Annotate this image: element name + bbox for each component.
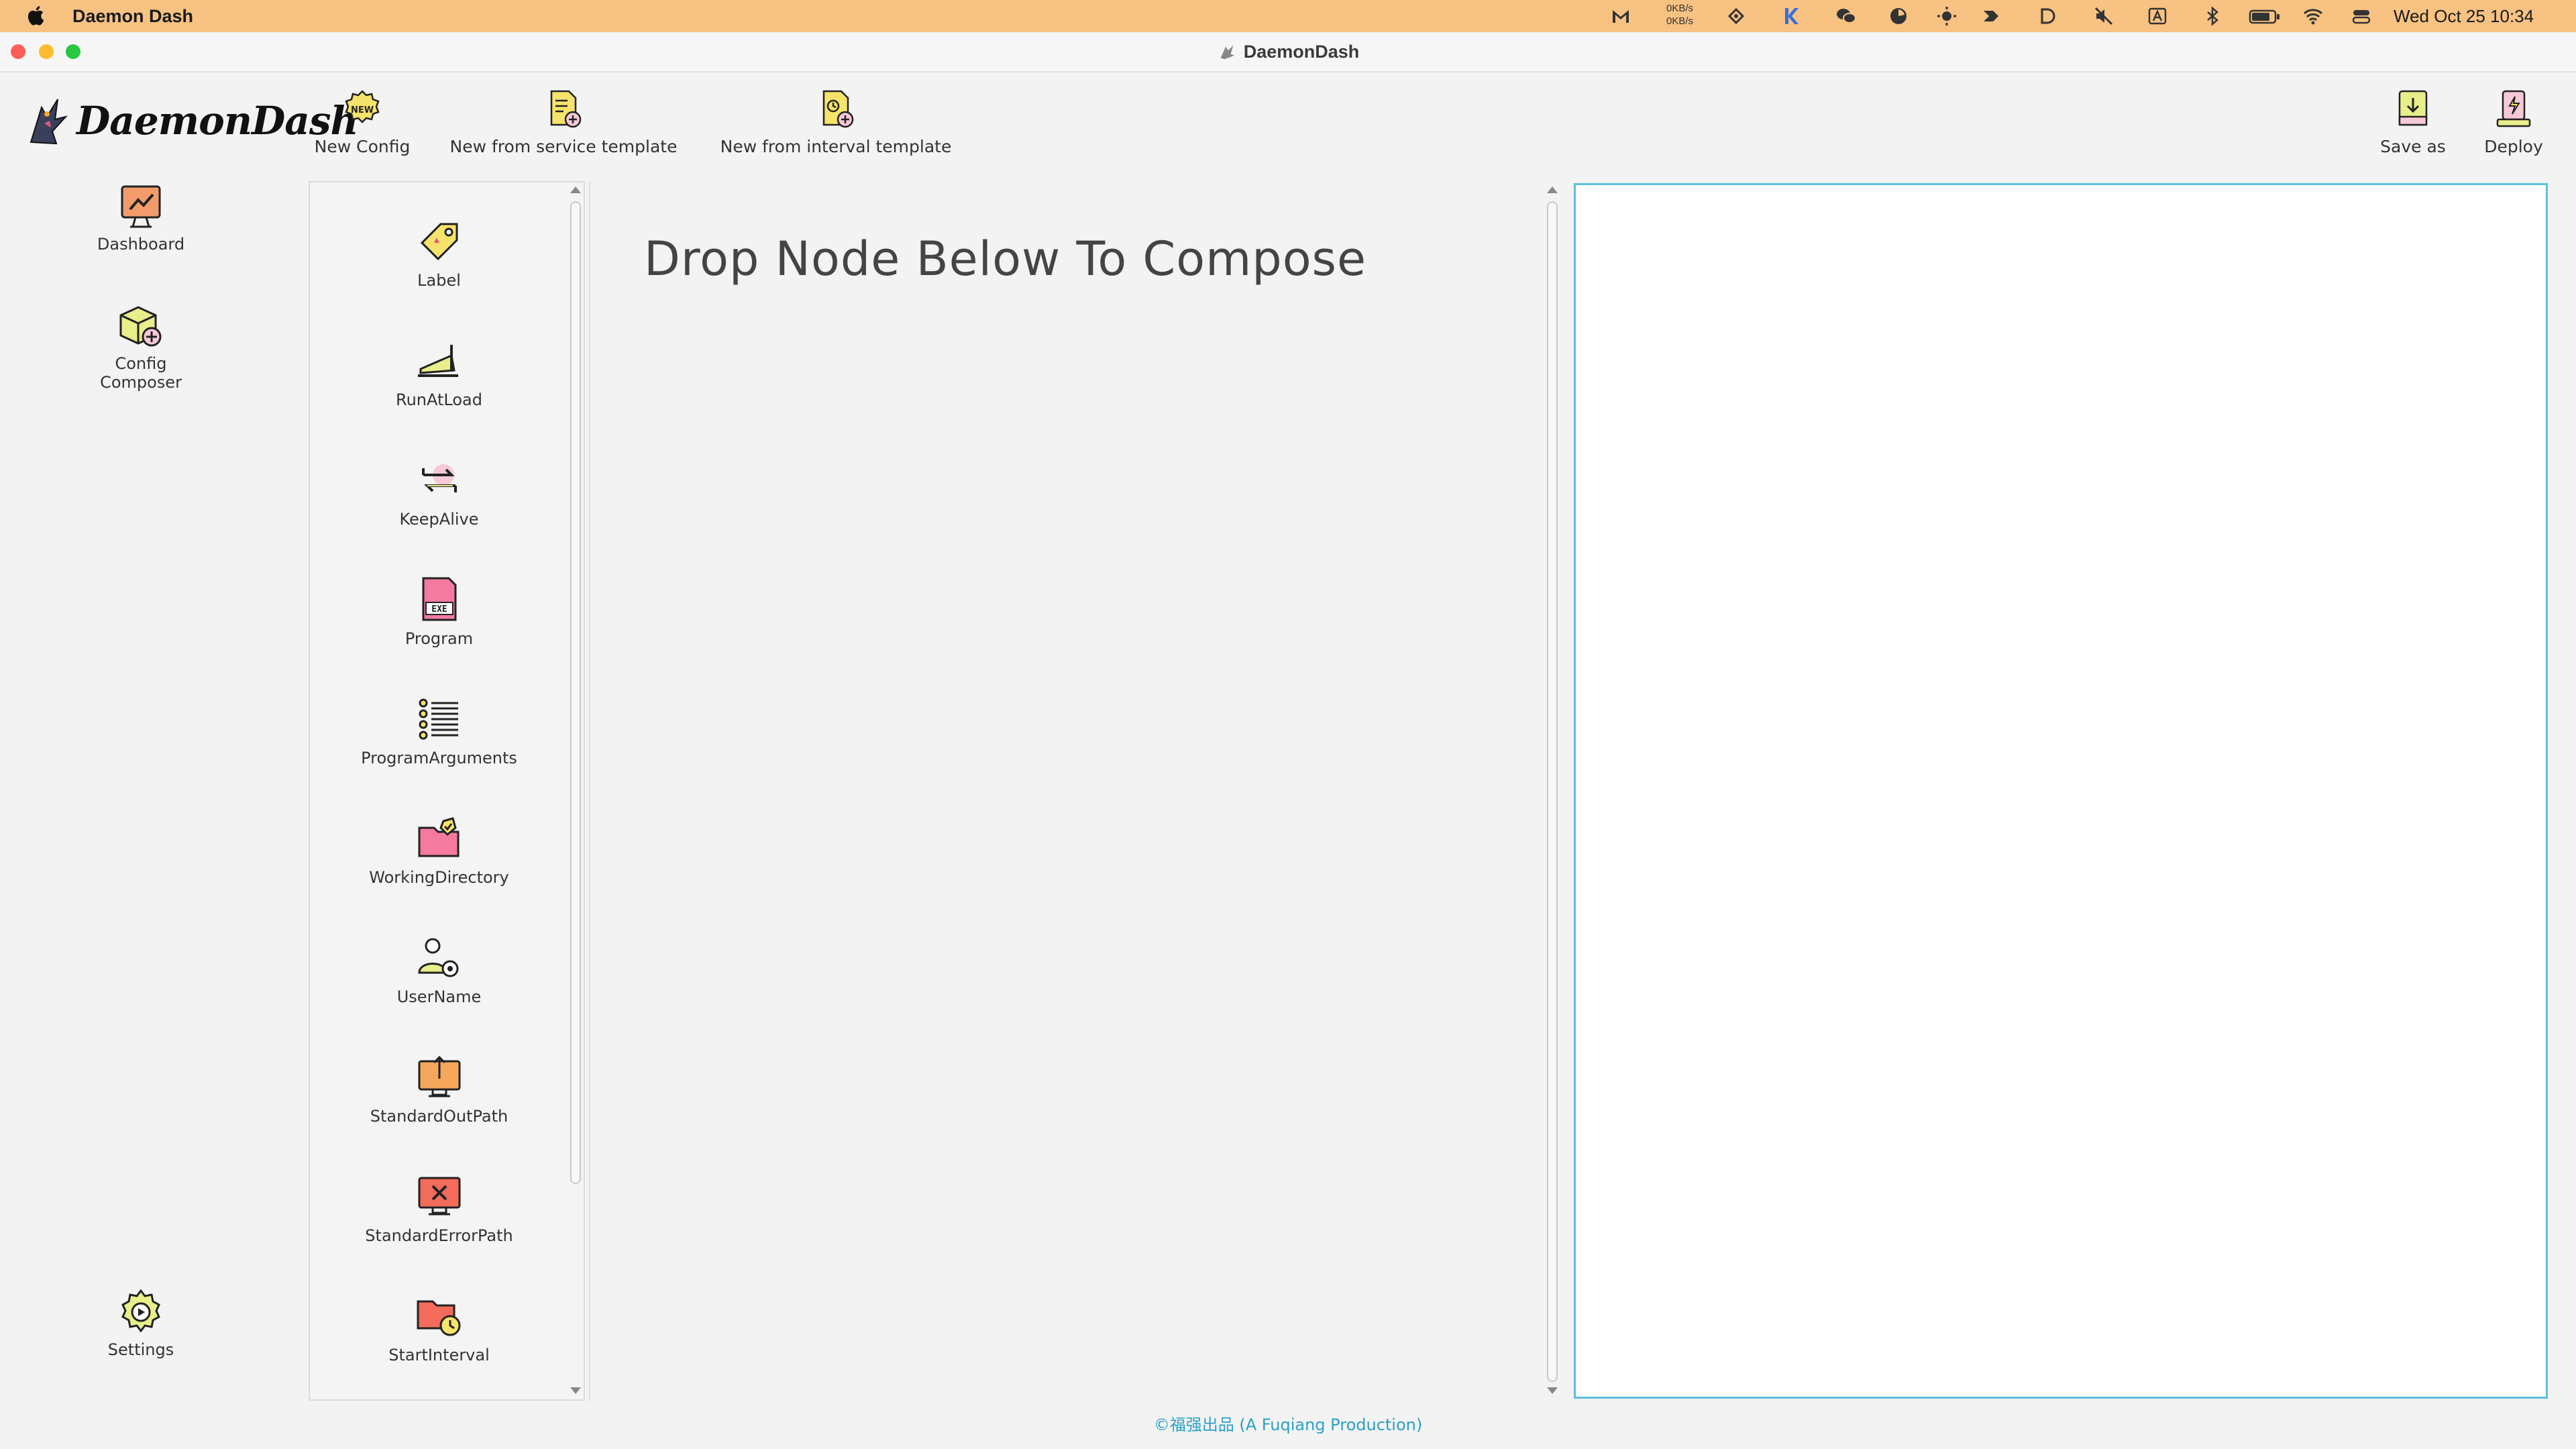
input-source-icon[interactable] <box>2147 5 2168 27</box>
node-label-text: Label <box>417 271 461 290</box>
save-as-button[interactable]: Save as <box>2375 87 2451 156</box>
window-minimize-button[interactable] <box>39 44 54 59</box>
new-from-interval-template-button[interactable]: New from interval template <box>714 87 958 156</box>
network-speed[interactable]: 0KB/s 0KB/s <box>1660 2 1700 28</box>
bluetooth-icon[interactable] <box>2202 5 2223 27</box>
list-icon <box>419 698 458 740</box>
k-app-icon[interactable] <box>1780 5 1802 27</box>
document-add-icon <box>550 90 582 128</box>
nav-item-config-composer[interactable]: Config Composer <box>74 301 208 392</box>
folder-check-icon <box>418 817 459 857</box>
new-config-button[interactable]: NEW New Config <box>309 87 416 156</box>
monitor-error-icon <box>418 1177 460 1216</box>
tag-status-icon[interactable] <box>1725 5 1747 27</box>
daemon-logo-icon <box>30 99 68 145</box>
compose-scrollbar-thumb[interactable] <box>1547 201 1558 1382</box>
node-username-text: UserName <box>396 987 482 1006</box>
window-title: DaemonDash <box>1243 41 1360 62</box>
node-program-text: Program <box>405 629 474 648</box>
node-standarderrorpath[interactable]: StandardErrorPath <box>310 1171 568 1245</box>
svg-text:NEW: NEW <box>351 105 374 115</box>
nav-label-dashboard: Dashboard <box>97 235 185 254</box>
window-title-group: DaemonDash <box>0 32 2576 71</box>
new-from-interval-template-label: New from interval template <box>720 137 952 156</box>
compose-canvas[interactable] <box>589 181 1570 1401</box>
tag-icon <box>420 223 458 261</box>
gmail-icon[interactable] <box>1610 5 1631 27</box>
deploy-bolt-icon <box>2496 90 2531 127</box>
d-app-icon[interactable] <box>2037 5 2058 27</box>
net-down-value: 0KB/s <box>1666 15 1694 27</box>
wechat-icon[interactable] <box>1835 5 1857 27</box>
menu-bar: Daemon Dash 0KB/s 0KB/s Wed Oct 25 10:34 <box>0 0 2576 32</box>
node-keepalive[interactable]: KeepAlive <box>310 455 568 529</box>
sun-icon[interactable] <box>1936 5 1957 27</box>
window-maximize-button[interactable] <box>66 44 80 59</box>
new-from-service-template-button[interactable]: New from service template <box>447 87 680 156</box>
app-logo-icon <box>1220 45 1234 60</box>
node-standarderrorpath-text: StandardErrorPath <box>365 1226 513 1245</box>
exe-file-icon: EXE <box>422 577 456 621</box>
config-composer-icon <box>119 306 162 347</box>
mute-icon[interactable] <box>2093 5 2114 27</box>
compose-scroll-up-arrow[interactable] <box>1547 186 1558 193</box>
nav-label-config-composer: Config Composer <box>100 354 182 392</box>
nav-item-dashboard[interactable]: Dashboard <box>74 181 208 254</box>
compose-scroll-down-arrow[interactable] <box>1547 1387 1558 1394</box>
svg-text:EXE: EXE <box>431 604 447 614</box>
dashboard-icon <box>121 185 161 228</box>
gear-icon <box>121 1289 160 1333</box>
menu-app-name[interactable]: Daemon Dash <box>72 0 193 32</box>
node-runatload[interactable]: RunAtLoad <box>310 335 568 409</box>
node-programarguments[interactable]: ProgramArguments <box>310 694 568 767</box>
new-from-service-template-label: New from service template <box>449 137 678 156</box>
save-download-icon <box>2398 90 2428 126</box>
window-close-button[interactable] <box>11 44 25 59</box>
deploy-label: Deploy <box>2484 137 2543 156</box>
node-standardoutpath[interactable]: StandardOutPath <box>310 1052 568 1126</box>
document-clock-add-icon <box>822 90 854 128</box>
footer-credit: ©福强出品 (A Fuqiang Production) <box>1153 1415 1423 1434</box>
battery-icon[interactable] <box>2249 5 2281 27</box>
apple-logo-icon[interactable] <box>25 4 48 27</box>
new-config-label: New Config <box>314 137 411 156</box>
node-keepalive-text: KeepAlive <box>399 510 479 529</box>
window-titlebar: DaemonDash <box>0 32 2576 72</box>
save-as-label: Save as <box>2380 137 2446 156</box>
compose-title: Drop Node Below To Compose <box>644 231 1367 286</box>
folder-clock-icon <box>417 1300 460 1336</box>
control-center-icon[interactable] <box>2351 5 2372 27</box>
treadmill-icon <box>417 345 458 377</box>
palette-scroll-up-arrow[interactable] <box>570 186 581 193</box>
nav-label-settings: Settings <box>107 1340 174 1359</box>
node-program[interactable]: EXE Program <box>310 574 568 648</box>
fan-icon[interactable] <box>1888 5 1909 27</box>
node-label[interactable]: Label <box>310 216 568 290</box>
monitor-output-icon <box>418 1055 460 1097</box>
node-startinterval[interactable]: StartInterval <box>310 1291 568 1364</box>
palette-scroll-down-arrow[interactable] <box>570 1387 581 1394</box>
palette-scrollbar-thumb[interactable] <box>570 201 581 1184</box>
node-runatload-text: RunAtLoad <box>396 390 482 409</box>
loop-arrows-icon <box>421 464 457 492</box>
node-startinterval-text: StartInterval <box>388 1346 490 1364</box>
net-up-value: 0KB/s <box>1666 3 1694 14</box>
nav-item-settings[interactable]: Settings <box>74 1287 208 1359</box>
node-username[interactable]: UserName <box>310 932 568 1006</box>
node-workingdirectory[interactable]: WorkingDirectory <box>310 813 568 887</box>
menu-clock[interactable]: Wed Oct 25 10:34 <box>2394 0 2534 32</box>
node-palette[interactable]: Label RunAtLoad KeepAlive EXE Program Pr… <box>309 181 585 1401</box>
deploy-button[interactable]: Deploy <box>2478 87 2549 156</box>
wifi-icon[interactable] <box>2302 5 2324 27</box>
config-preview-panel[interactable] <box>1574 183 2548 1399</box>
node-programarguments-text: ProgramArguments <box>361 749 517 767</box>
new-badge-icon: NEW <box>345 90 380 123</box>
node-standardoutpath-text: StandardOutPath <box>370 1107 508 1126</box>
user-gear-icon <box>417 938 458 977</box>
forward-arrows-icon[interactable] <box>1982 5 2003 27</box>
node-workingdirectory-text: WorkingDirectory <box>369 868 509 887</box>
